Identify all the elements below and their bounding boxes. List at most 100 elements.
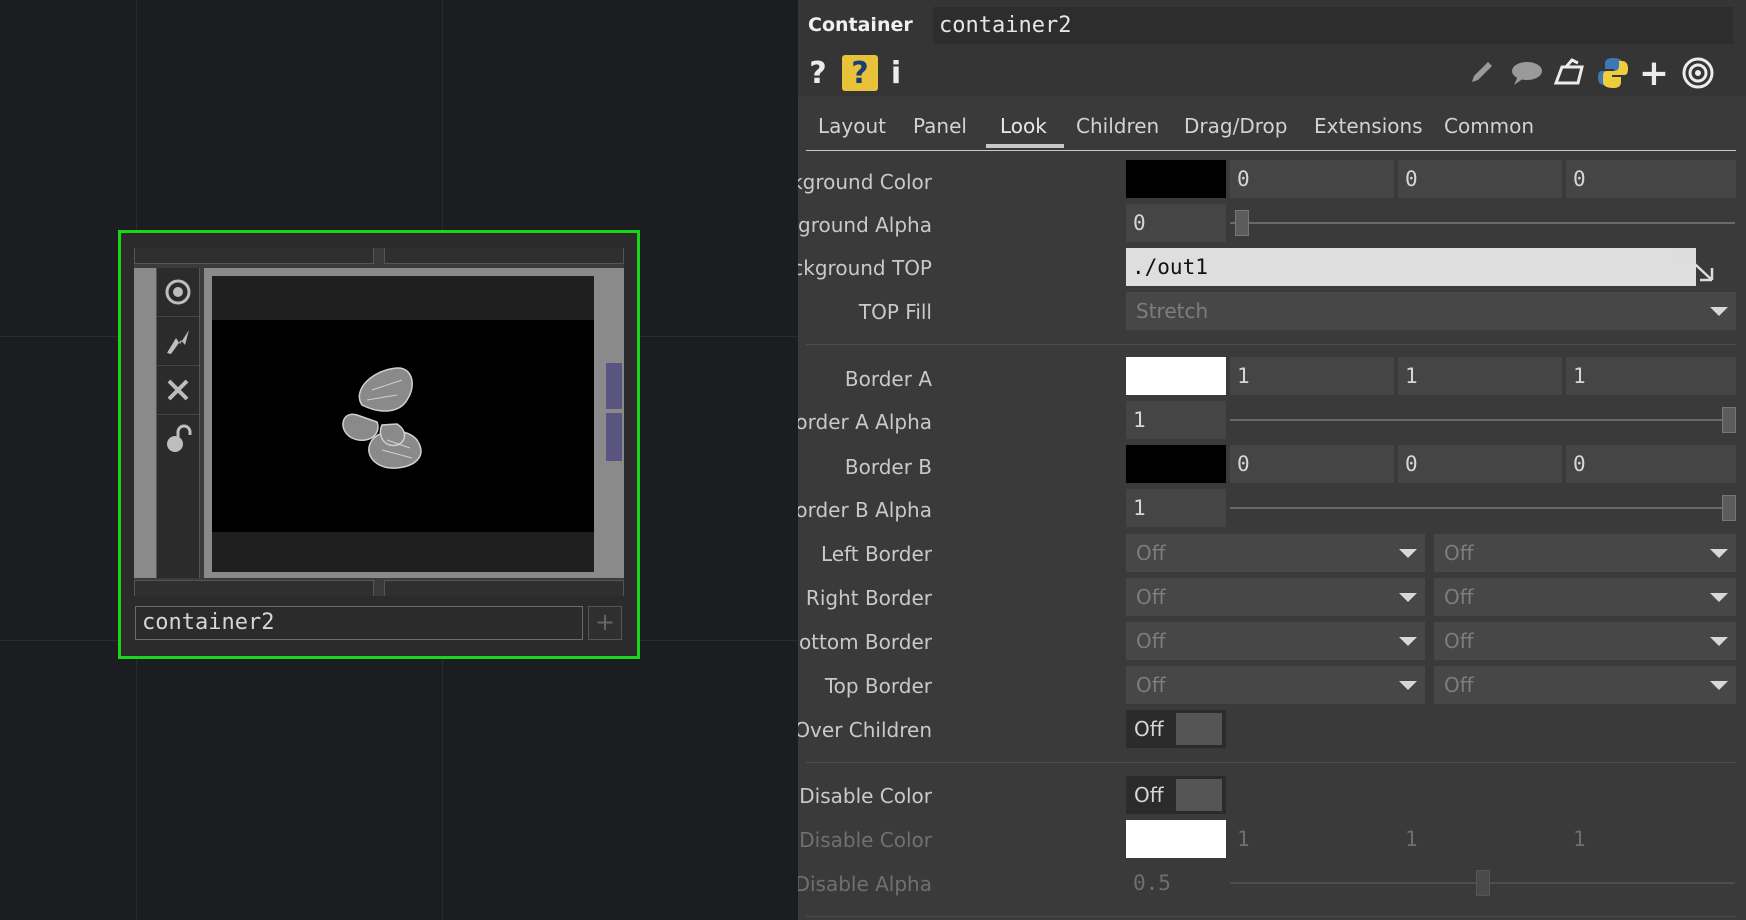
border-b-b[interactable]: 0 — [1566, 445, 1736, 483]
bottom-border-b-menu[interactable]: Off — [1434, 622, 1736, 660]
top-border-a-menu[interactable]: Off — [1126, 666, 1425, 704]
tab-look[interactable]: Look — [1000, 114, 1047, 138]
disable-color-r: 1 — [1237, 827, 1250, 851]
clone-icon[interactable] — [1550, 55, 1590, 91]
background-color-r[interactable]: 0 — [1230, 160, 1394, 198]
node-name-field[interactable]: container2 — [135, 606, 583, 640]
border-a-g[interactable]: 1 — [1398, 357, 1562, 395]
tab-layout[interactable]: Layout — [818, 114, 886, 138]
left-border-a-value: Off — [1136, 541, 1166, 565]
container-node[interactable] — [118, 230, 640, 659]
border-b-r[interactable]: 0 — [1230, 445, 1394, 483]
right-border-b-menu[interactable]: Off — [1434, 578, 1736, 616]
background-top-field[interactable]: ./out1 — [1126, 248, 1696, 286]
right-border-label: Right Border — [805, 586, 932, 610]
drag-drop-arrow-icon[interactable] — [1678, 246, 1722, 286]
top-fill-menu[interactable]: Stretch — [1126, 292, 1736, 330]
node-right-strip — [604, 268, 624, 578]
lock-open-icon[interactable] — [157, 415, 199, 463]
bottom-border-a-menu[interactable]: Off — [1126, 622, 1425, 660]
operator-name-field[interactable]: container2 — [933, 7, 1733, 44]
border-b-alpha-field[interactable]: 1 — [1126, 489, 1226, 527]
disable-color-toggle[interactable]: Off — [1126, 776, 1226, 814]
background-color-swatch[interactable] — [1126, 160, 1226, 198]
node-bottom-tab — [134, 580, 374, 596]
bottom-border-a-value: Off — [1136, 629, 1166, 653]
bottom-border-label: Bottom Border — [798, 630, 932, 654]
node-body — [134, 248, 624, 596]
node-viewer-icons — [156, 268, 200, 578]
left-border-b-value: Off — [1444, 541, 1474, 565]
tab-children[interactable]: Children — [1076, 114, 1159, 138]
pencil-icon[interactable] — [1463, 55, 1499, 91]
background-color-label: Background Color — [798, 170, 932, 194]
top-border-b-value: Off — [1444, 673, 1474, 697]
toggle-knob — [1176, 713, 1222, 745]
python-help-icon[interactable]: ? — [842, 55, 878, 91]
background-color-g[interactable]: 0 — [1398, 160, 1562, 198]
bottom-border-b-value: Off — [1444, 629, 1474, 653]
top-border-b-menu[interactable]: Off — [1434, 666, 1736, 704]
background-top-label: Background TOP — [798, 256, 932, 280]
node-top-tab — [134, 248, 374, 264]
top-border-a-value: Off — [1136, 673, 1166, 697]
network-editor[interactable]: container2 + — [0, 0, 798, 920]
border-a-alpha-handle[interactable] — [1722, 407, 1736, 433]
node-add-button[interactable]: + — [588, 606, 622, 640]
border-b-swatch[interactable] — [1126, 445, 1226, 483]
background-alpha-handle[interactable] — [1235, 210, 1249, 236]
info-icon[interactable]: i — [886, 55, 906, 91]
tab-extensions[interactable]: Extensions — [1314, 114, 1423, 138]
border-a-swatch[interactable] — [1126, 357, 1226, 395]
node-output-connector[interactable] — [606, 363, 622, 409]
disable-color-label: Disable Color — [799, 828, 932, 852]
toggle-knob — [1176, 779, 1222, 811]
comment-icon[interactable] — [1506, 55, 1546, 91]
parameter-panel: Container container2 ? ? i + Layout Pane… — [798, 0, 1746, 920]
target-icon[interactable] — [157, 268, 199, 317]
border-a-alpha-field[interactable]: 1 — [1126, 401, 1226, 439]
panel-header: Container container2 — [798, 0, 1746, 50]
chevron-down-icon — [1710, 637, 1728, 646]
background-alpha-field[interactable]: 0 — [1126, 204, 1226, 242]
disable-alpha-field: 0.5 — [1133, 871, 1171, 895]
border-a-b[interactable]: 1 — [1566, 357, 1736, 395]
node-left-strip — [134, 268, 156, 578]
chevron-down-icon — [1710, 307, 1728, 316]
lightning-icon[interactable] — [157, 317, 199, 366]
border-over-children-label: Border Over Children — [798, 718, 932, 742]
disable-alpha-label: Disable Alpha — [798, 872, 932, 896]
plus-icon[interactable]: + — [1636, 53, 1672, 94]
viewer-image — [212, 320, 594, 532]
tab-common[interactable]: Common — [1444, 114, 1534, 138]
background-alpha-slider[interactable] — [1230, 222, 1735, 224]
left-border-b-menu[interactable]: Off — [1434, 534, 1736, 572]
border-a-r[interactable]: 1 — [1230, 357, 1394, 395]
top-fill-value: Stretch — [1136, 299, 1209, 323]
tab-drag-drop[interactable]: Drag/Drop — [1184, 114, 1287, 138]
border-a-alpha-label: Border A Alpha — [798, 410, 932, 434]
chevron-down-icon — [1399, 593, 1417, 602]
operator-type: Container — [808, 14, 913, 36]
butterfly-image — [342, 367, 422, 469]
parameter-tabs: Layout Panel Look Children Drag/Drop Ext… — [806, 100, 1736, 151]
help-icon[interactable]: ? — [806, 55, 830, 91]
disable-color-g: 1 — [1405, 827, 1418, 851]
node-output-connector[interactable] — [606, 413, 622, 461]
chevron-down-icon — [1399, 549, 1417, 558]
border-a-alpha-slider[interactable] — [1230, 419, 1735, 421]
right-border-a-menu[interactable]: Off — [1126, 578, 1425, 616]
border-b-alpha-handle[interactable] — [1722, 495, 1736, 521]
python-icon[interactable] — [1593, 55, 1633, 91]
border-b-g[interactable]: 0 — [1398, 445, 1562, 483]
border-over-children-toggle[interactable]: Off — [1126, 710, 1226, 748]
separator — [806, 916, 1736, 917]
close-icon[interactable] — [157, 366, 199, 415]
border-b-label: Border B — [844, 455, 932, 479]
background-color-b[interactable]: 0 — [1566, 160, 1736, 198]
top-fill-label: TOP Fill — [858, 300, 932, 324]
viewer-icon[interactable] — [1678, 55, 1718, 91]
left-border-a-menu[interactable]: Off — [1126, 534, 1425, 572]
border-b-alpha-slider[interactable] — [1230, 507, 1735, 509]
tab-panel[interactable]: Panel — [913, 114, 967, 138]
